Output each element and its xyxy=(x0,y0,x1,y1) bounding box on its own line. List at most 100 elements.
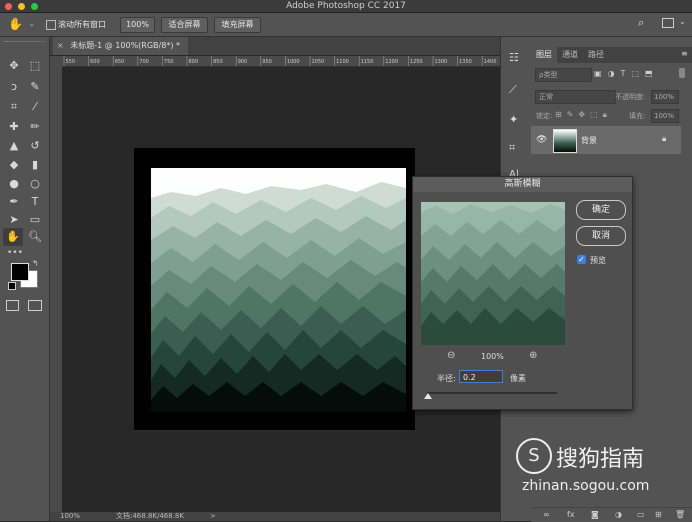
eyedropper-tool-icon[interactable]: ⁄ xyxy=(26,98,44,116)
radius-slider-thumb[interactable] xyxy=(424,393,432,399)
ruler-label: 1400 xyxy=(484,59,497,65)
ruler-label: 650 xyxy=(115,59,125,65)
status-doc-info: 文档:468.8K/468.8K xyxy=(116,512,184,520)
artwork-image xyxy=(151,168,406,412)
opacity-input[interactable]: 100% xyxy=(651,90,679,104)
close-document-icon[interactable]: × xyxy=(57,41,64,50)
marquee-tool-icon[interactable]: ⬚ xyxy=(26,57,44,75)
properties-panel-icon[interactable]: ☷ xyxy=(509,51,519,64)
workspace-chevron-icon[interactable]: ⌄ xyxy=(679,17,686,26)
zoom-100-button[interactable]: 100% xyxy=(120,17,155,33)
filter-toggle[interactable] xyxy=(679,68,685,78)
tab-layers[interactable]: 图层 xyxy=(536,49,552,60)
delete-layer-icon[interactable]: 🗑︎ xyxy=(675,510,685,519)
ruler-label: 600 xyxy=(90,59,100,65)
type-tool-icon[interactable]: T xyxy=(26,193,44,211)
gaussian-blur-dialog: 高斯模糊 确定 取消 ✓ 预览 ⊖ 100% ⊕ 半径: 0.2 像素 xyxy=(412,176,633,410)
layer-visibility-eye-icon[interactable]: 👁︎ xyxy=(536,135,547,145)
tab-paths[interactable]: 路径 xyxy=(588,49,604,60)
shape-tool-icon[interactable]: ▭ xyxy=(26,211,44,229)
preview-label: 预览 xyxy=(590,256,606,265)
path-select-tool-icon[interactable]: ➤ xyxy=(5,211,23,229)
pen-tool-icon[interactable]: ✒ xyxy=(5,193,23,211)
ruler-label: 750 xyxy=(164,59,174,65)
lock-label: 锁定: xyxy=(536,112,553,120)
radius-slider-track[interactable] xyxy=(427,392,557,394)
move-tool-icon[interactable]: ✥ xyxy=(5,57,23,75)
zoom-out-icon[interactable]: ⊖ xyxy=(447,350,455,361)
layer-filter-select[interactable]: ρ类型 xyxy=(535,68,592,82)
blend-mode-select[interactable]: 正常 xyxy=(535,90,616,104)
chevron-down-icon[interactable]: ⌄ xyxy=(29,20,35,28)
screen-mode-icon[interactable] xyxy=(28,300,42,311)
preview-checkbox[interactable]: ✓ xyxy=(577,255,586,264)
layer-name: 背景 xyxy=(581,136,597,145)
fill-input[interactable]: 100% xyxy=(651,109,679,123)
crop-panel-icon[interactable]: ⌗ xyxy=(509,141,515,155)
scroll-all-label: 滚动所有窗口 xyxy=(58,20,106,29)
window-title: Adobe Photoshop CC 2017 xyxy=(286,1,406,11)
layer-style-icon[interactable]: fx xyxy=(567,510,575,519)
adjustment-layer-icon[interactable]: ◑ xyxy=(615,510,622,519)
horizontal-ruler[interactable]: 550 600 650 700 750 800 850 900 950 1000 1050 1100 1… xyxy=(62,56,500,67)
radius-input[interactable]: 0.2 xyxy=(459,370,503,383)
toolbar-grip[interactable] xyxy=(4,41,44,44)
panel-menu-icon[interactable]: ≡ xyxy=(681,49,688,58)
new-group-icon[interactable]: ▭ xyxy=(637,510,645,519)
layers-footer: ∞ fx ◙ ◑ ▭ ⊞ 🗑︎ xyxy=(531,507,692,522)
ruler-label: 1250 xyxy=(410,59,423,65)
dodge-tool-icon[interactable]: ○ xyxy=(26,175,44,193)
status-zoom[interactable]: 100% xyxy=(60,512,80,521)
healing-brush-tool-icon[interactable]: ✚ xyxy=(5,118,23,136)
new-layer-icon[interactable]: ⊞ xyxy=(655,510,662,519)
ruler-label: 1150 xyxy=(361,59,374,65)
document-tab[interactable]: × 未标题-1 @ 100%(RGB/8*) * xyxy=(53,37,188,55)
foreground-color-swatch[interactable] xyxy=(11,263,29,281)
hand-tool-icon[interactable]: ✋ xyxy=(8,17,23,31)
gradient-tool-icon[interactable]: ▮ xyxy=(26,156,44,174)
scroll-all-checkbox[interactable] xyxy=(46,20,56,30)
cancel-button[interactable]: 取消 xyxy=(576,226,626,246)
ruler-label: 1200 xyxy=(385,59,398,65)
curves-panel-icon[interactable]: ⟋ xyxy=(509,83,517,97)
swap-colors-icon[interactable]: ↰ xyxy=(32,259,39,268)
more-tools-icon[interactable]: ••• xyxy=(7,248,23,258)
default-colors-icon[interactable] xyxy=(8,282,16,290)
link-layers-icon[interactable]: ∞ xyxy=(543,510,550,519)
status-menu-icon[interactable]: > xyxy=(210,512,216,521)
crop-tool-icon[interactable]: ⌗ xyxy=(5,98,23,116)
zoom-in-icon[interactable]: ⊕ xyxy=(529,350,537,361)
clone-stamp-tool-icon[interactable]: ▲ xyxy=(5,137,23,155)
blur-preview-image[interactable] xyxy=(421,202,565,345)
ruler-label: 700 xyxy=(139,59,149,65)
search-icon[interactable]: ⌕ xyxy=(638,16,644,30)
ruler-origin[interactable] xyxy=(50,56,62,66)
quick-mask-icon[interactable] xyxy=(6,300,19,311)
fit-screen-button[interactable]: 适合屏幕 xyxy=(161,17,208,33)
hand-tool-active-icon[interactable]: ✋ xyxy=(3,228,23,246)
lasso-tool-icon[interactable]: ↄ xyxy=(5,78,23,96)
options-bar: ✋ ⌄ 滚动所有窗口 100% 适合屏幕 填充屏幕 ⌕ ⌄ xyxy=(0,13,692,37)
fill-label: 填充: xyxy=(629,112,646,120)
tab-channels[interactable]: 通道 xyxy=(562,49,578,60)
layer-filter-icons[interactable]: ▣◑T⬚⬒ xyxy=(594,69,659,78)
lock-icons[interactable]: ⊞✎✥⬚🔒︎ xyxy=(555,110,612,120)
add-mask-icon[interactable]: ◙ xyxy=(591,510,599,519)
layer-row-background[interactable]: 👁︎ 背景 🔒︎ xyxy=(531,126,681,154)
workspace-icon[interactable] xyxy=(662,18,674,28)
quick-select-tool-icon[interactable]: ✎ xyxy=(26,78,44,96)
radius-label: 半径: xyxy=(437,374,456,383)
watermark-url: zhinan.sogou.com xyxy=(522,478,650,494)
fill-screen-button[interactable]: 填充屏幕 xyxy=(214,17,261,33)
zoom-tool-icon[interactable]: 🔍︎ xyxy=(26,228,44,246)
status-bar: 100% 文档:468.8K/468.8K > xyxy=(50,512,500,521)
ruler-label: 950 xyxy=(262,59,272,65)
brush-tool-icon[interactable]: ✏ xyxy=(26,118,44,136)
dialog-title[interactable]: 高斯模糊 xyxy=(413,177,632,192)
history-brush-tool-icon[interactable]: ↺ xyxy=(26,137,44,155)
eraser-tool-icon[interactable]: ◆ xyxy=(5,156,23,174)
ok-button[interactable]: 确定 xyxy=(576,200,626,220)
puzzle-panel-icon[interactable]: ✦ xyxy=(509,113,518,126)
blur-tool-icon[interactable]: ● xyxy=(5,175,23,193)
unit-label: 像素 xyxy=(510,374,526,383)
